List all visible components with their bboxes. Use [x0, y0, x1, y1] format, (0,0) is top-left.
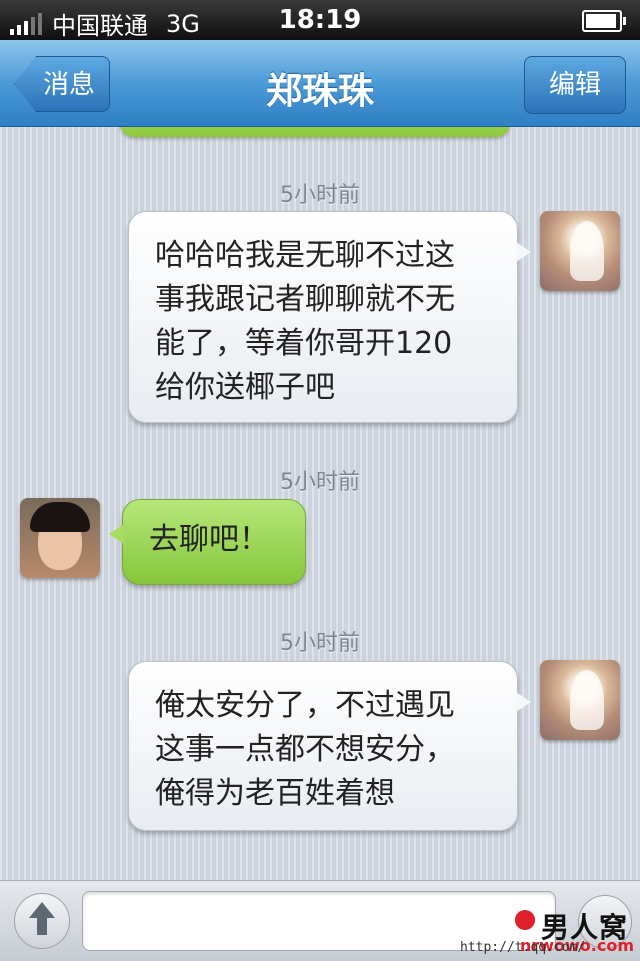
message-line: 哈哈哈我是无聊不过这	[155, 238, 455, 273]
message-line: 俺太安分了，不过遇见	[155, 688, 455, 723]
chat-thread[interactable]: 5小时前 哈哈哈我是无聊不过这 事我跟记者聊聊就不无 能了，等着你哥开120 给…	[0, 127, 640, 880]
bubble-tail	[516, 242, 531, 262]
outgoing-message-bubble[interactable]: 哈哈哈我是无聊不过这 事我跟记者聊聊就不无 能了，等着你哥开120 给你送椰子吧	[128, 211, 531, 423]
avatar-hair	[30, 502, 90, 532]
my-avatar[interactable]	[540, 660, 620, 740]
incoming-message-bubble[interactable]: 去聊吧！	[109, 499, 306, 585]
clock: 18:19	[278, 5, 362, 35]
my-avatar[interactable]	[540, 211, 620, 291]
previous-message-bubble	[120, 127, 510, 137]
message-line: 去聊吧！	[149, 522, 269, 557]
avatar-figure	[570, 670, 604, 730]
message-line: 这事一点都不想安分，	[155, 732, 455, 767]
navigation-bar: 消息 郑珠珠 编辑	[0, 40, 640, 127]
message-timestamp: 5小时前	[280, 183, 360, 208]
message-timestamp: 5小时前	[280, 631, 360, 656]
bubble-tail	[516, 692, 531, 712]
battery-icon	[582, 10, 626, 32]
status-bar: 中国联通 3G 18:19	[0, 0, 640, 40]
watermark-url: http://t.qq.com/	[460, 940, 586, 955]
outgoing-message-bubble[interactable]: 俺太安分了，不过遇见 这事一点都不想安分， 俺得为老百姓着想	[128, 661, 531, 831]
message-line: 能了，等着你哥开120	[155, 326, 453, 361]
contact-avatar[interactable]	[20, 498, 100, 578]
message-line: 俺得为老百姓着想	[155, 776, 395, 811]
avatar-figure	[570, 221, 604, 281]
bubble-tail	[109, 524, 124, 544]
message-line: 给你送椰子吧	[155, 370, 335, 405]
upload-arrow-icon[interactable]	[14, 893, 70, 949]
message-timestamp: 5小时前	[280, 470, 360, 495]
message-line: 事我跟记者聊聊就不无	[155, 282, 455, 317]
edit-button[interactable]: 编辑	[524, 56, 626, 114]
